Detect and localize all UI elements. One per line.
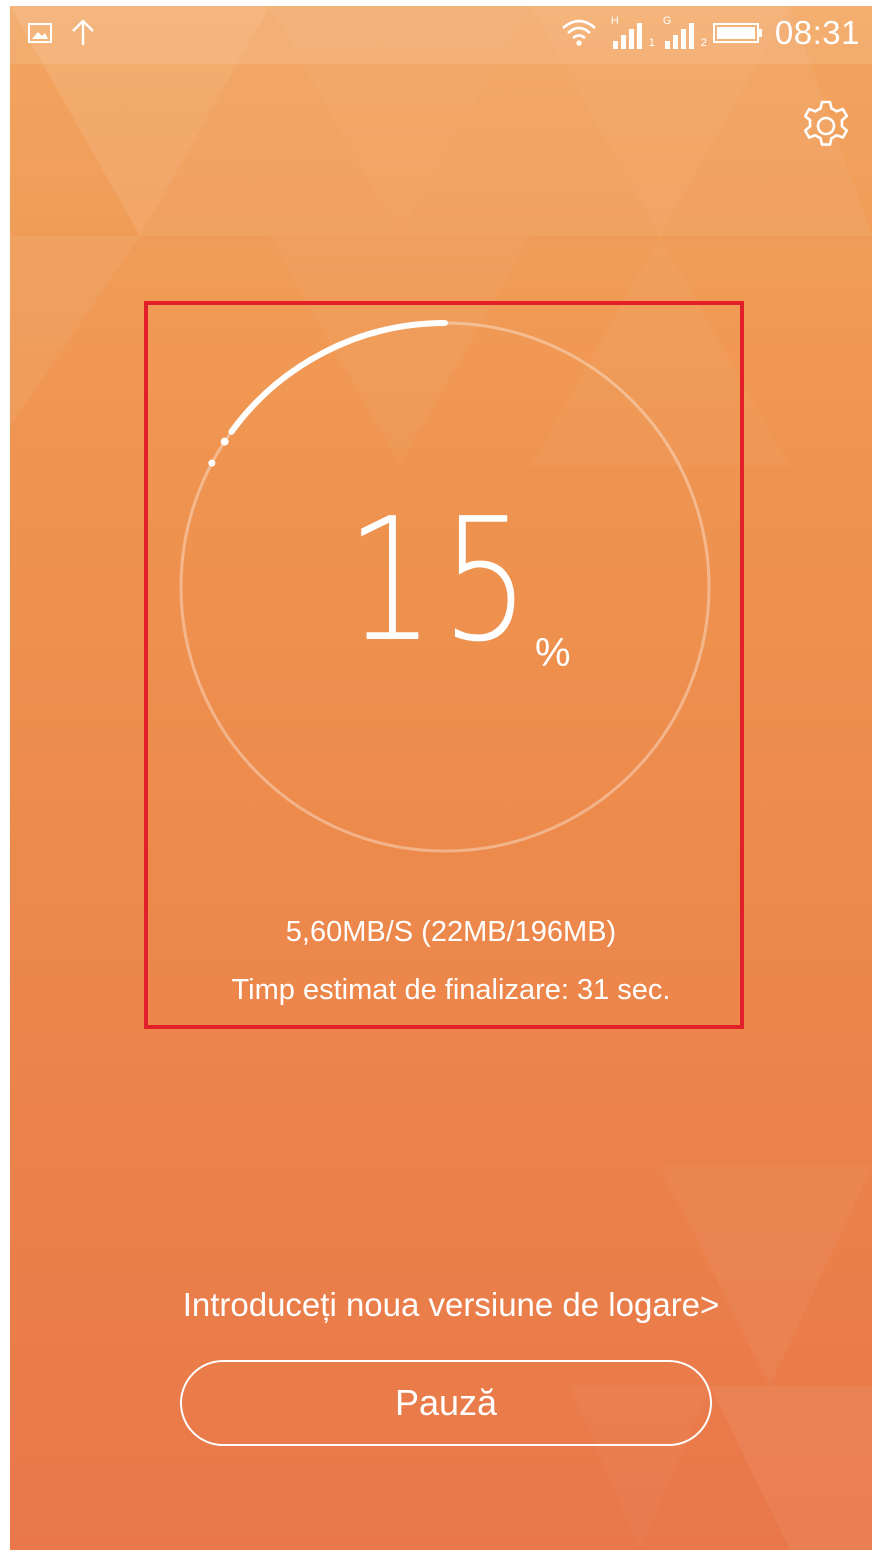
pause-button-label: Pauză xyxy=(394,1382,498,1423)
progress-arc xyxy=(228,320,448,435)
battery-icon xyxy=(712,23,762,43)
progress-percent-value: 15 xyxy=(345,482,537,680)
status-time: 08:31 xyxy=(774,14,860,51)
progress-percent-sign: % xyxy=(535,631,571,675)
upload-arrow-icon xyxy=(72,19,94,45)
status-bar: H 1 G 2 08:31 xyxy=(10,6,872,64)
pause-button[interactable]: Pauză xyxy=(180,1360,712,1446)
signal-sim2-icon: G 2 xyxy=(661,15,707,51)
progress-percent: 15 xyxy=(10,496,872,666)
sim1-index-label: 1 xyxy=(648,37,655,49)
update-screen: H 1 G 2 08:31 15 % 5,60MB/S (22MB/196MB)… xyxy=(10,6,872,1550)
signal-sim1-icon: H 1 xyxy=(609,15,655,51)
new-login-version-link[interactable]: Introduceți noua versiune de logare> xyxy=(10,1286,872,1324)
estimated-time: Timp estimat de finalizare: 31 sec. xyxy=(231,974,671,1006)
progress-dot xyxy=(220,437,229,446)
wifi-icon xyxy=(562,19,596,46)
gear-icon[interactable] xyxy=(798,98,854,154)
transfer-speed: 5,60MB/S (22MB/196MB) xyxy=(285,916,617,948)
sim2-index-label: 2 xyxy=(700,37,707,49)
progress-dot xyxy=(208,459,216,467)
image-icon xyxy=(28,23,52,43)
